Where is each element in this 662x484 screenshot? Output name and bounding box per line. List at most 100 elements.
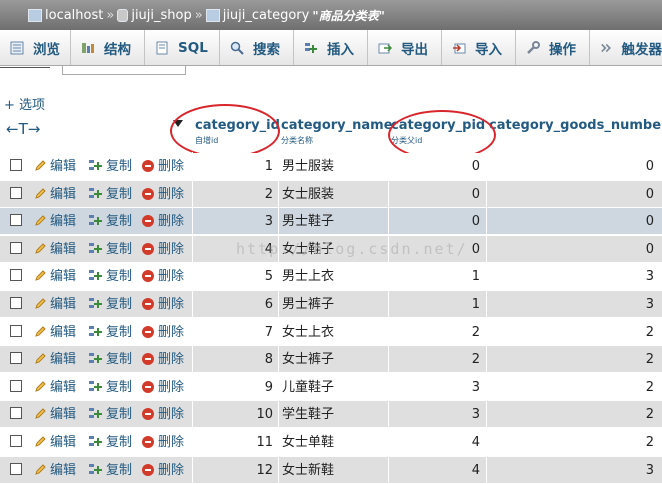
table-row[interactable]: 编辑 复制 删除 1 男士服装 0 0 — [0, 153, 662, 180]
cell-category-pid[interactable]: 1 — [388, 263, 480, 290]
cell-category-goods-number[interactable]: 0 — [486, 181, 654, 208]
cell-category-goods-number[interactable]: 3 — [486, 457, 654, 484]
cell-category-id[interactable]: 5 — [192, 263, 273, 290]
tab-triggers[interactable]: 触发器 — [590, 30, 662, 65]
copy-link[interactable]: 复制 — [88, 208, 132, 235]
cell-category-id[interactable]: 6 — [192, 291, 273, 318]
cell-category-name[interactable]: 男士服装 — [282, 153, 386, 180]
delete-link[interactable]: 删除 — [142, 236, 184, 263]
tab-operations[interactable]: 操作 — [516, 30, 590, 65]
column-arrows-icon[interactable]: ←T→ — [6, 120, 40, 138]
header-category-name[interactable]: category_name 分类名称 — [278, 112, 393, 152]
delete-link[interactable]: 删除 — [142, 208, 184, 235]
copy-link[interactable]: 复制 — [88, 153, 132, 180]
tab-sql[interactable]: SQL — [145, 30, 220, 65]
copy-link[interactable]: 复制 — [88, 236, 132, 263]
cell-category-id[interactable]: 12 — [192, 457, 273, 484]
table-row[interactable]: 编辑 复制 删除 7 女士上衣 2 2 — [0, 318, 662, 346]
edit-link[interactable]: 编辑 — [34, 319, 76, 346]
row-checkbox[interactable] — [10, 435, 22, 447]
cell-category-goods-number[interactable]: 2 — [486, 401, 654, 428]
row-checkbox[interactable] — [10, 462, 22, 475]
row-checkbox[interactable] — [10, 324, 22, 337]
delete-link[interactable]: 删除 — [142, 401, 184, 428]
table-row[interactable]: 编辑 复制 删除 9 儿童鞋子 3 2 — [0, 373, 662, 401]
row-checkbox[interactable] — [10, 214, 22, 227]
cell-category-name[interactable]: 男士鞋子 — [282, 208, 386, 235]
cell-category-id[interactable]: 1 — [192, 153, 273, 180]
delete-link[interactable]: 删除 — [142, 181, 184, 208]
edit-link[interactable]: 编辑 — [34, 236, 76, 263]
column-name[interactable]: category_goods_number — [489, 118, 662, 133]
table-row[interactable]: 编辑 复制 删除 11 女士单鞋 4 2 — [0, 429, 662, 456]
cell-category-name[interactable]: 学生鞋子 — [282, 401, 386, 428]
edit-link[interactable]: 编辑 — [34, 457, 76, 484]
cell-category-pid[interactable]: 3 — [388, 401, 480, 428]
row-checkbox[interactable] — [10, 407, 22, 420]
breadcrumb-table[interactable]: jiuji_category — [223, 8, 310, 23]
cell-category-goods-number[interactable]: 0 — [486, 208, 654, 235]
cell-category-pid[interactable]: 4 — [388, 429, 480, 456]
edit-link[interactable]: 编辑 — [34, 429, 76, 456]
cell-category-name[interactable]: 女士服装 — [282, 181, 386, 208]
table-row[interactable]: 编辑 复制 删除 5 男士上衣 1 3 — [0, 263, 662, 291]
cell-category-pid[interactable]: 0 — [388, 153, 480, 180]
cell-category-id[interactable]: 8 — [192, 346, 273, 373]
cell-category-id[interactable]: 9 — [192, 374, 273, 401]
row-checkbox[interactable] — [10, 241, 22, 254]
tab-search[interactable]: 搜索 — [220, 30, 294, 65]
delete-link[interactable]: 删除 — [142, 457, 184, 484]
row-checkbox[interactable] — [10, 297, 22, 309]
table-row[interactable]: 编辑 复制 删除 8 女士裤子 2 2 — [0, 346, 662, 374]
cell-category-name[interactable]: 女士裤子 — [282, 346, 386, 373]
cell-category-pid[interactable]: 0 — [388, 181, 480, 208]
cell-category-pid[interactable]: 0 — [388, 208, 480, 235]
partial-select[interactable] — [62, 66, 186, 75]
edit-link[interactable]: 编辑 — [34, 291, 76, 318]
header-category-goods-number[interactable]: category_goods_number — [486, 112, 662, 152]
tab-browse[interactable]: 浏览 — [0, 30, 71, 65]
delete-link[interactable]: 删除 — [142, 291, 184, 318]
cell-category-name[interactable]: 女士单鞋 — [282, 429, 386, 456]
tab-structure[interactable]: 结构 — [71, 30, 145, 65]
cell-category-name[interactable]: 儿童鞋子 — [282, 374, 386, 401]
cell-category-id[interactable]: 3 — [192, 208, 273, 235]
tab-export[interactable]: 导出 — [368, 30, 442, 65]
row-checkbox[interactable] — [10, 379, 22, 392]
delete-link[interactable]: 删除 — [142, 263, 184, 290]
cell-category-goods-number[interactable]: 3 — [486, 291, 654, 318]
delete-link[interactable]: 删除 — [142, 153, 184, 180]
cell-category-goods-number[interactable]: 0 — [486, 236, 654, 263]
row-checkbox[interactable] — [10, 352, 22, 365]
copy-link[interactable]: 复制 — [88, 319, 132, 346]
cell-category-goods-number[interactable]: 0 — [486, 153, 654, 180]
breadcrumb-server[interactable]: localhost — [45, 8, 103, 23]
edit-link[interactable]: 编辑 — [34, 346, 76, 373]
copy-link[interactable]: 复制 — [88, 401, 132, 428]
breadcrumb-database[interactable]: jiuji_shop — [131, 8, 191, 23]
edit-link[interactable]: 编辑 — [34, 181, 76, 208]
cell-category-goods-number[interactable]: 2 — [486, 319, 654, 346]
cell-category-goods-number[interactable]: 3 — [486, 263, 654, 290]
cell-category-pid[interactable]: 1 — [388, 291, 480, 318]
copy-link[interactable]: 复制 — [88, 429, 132, 456]
cell-category-goods-number[interactable]: 2 — [486, 374, 654, 401]
cell-category-name[interactable]: 女士新鞋 — [282, 457, 386, 484]
cell-category-pid[interactable]: 2 — [388, 319, 480, 346]
edit-link[interactable]: 编辑 — [34, 208, 76, 235]
table-row[interactable]: 编辑 复制 删除 6 男士裤子 1 3 — [0, 291, 662, 318]
cell-category-name[interactable]: 女士上衣 — [282, 319, 386, 346]
cell-category-name[interactable]: 男士裤子 — [282, 291, 386, 318]
cell-category-pid[interactable]: 2 — [388, 346, 480, 373]
delete-link[interactable]: 删除 — [142, 346, 184, 373]
copy-link[interactable]: 复制 — [88, 457, 132, 484]
cell-category-id[interactable]: 11 — [192, 429, 273, 456]
cell-category-goods-number[interactable]: 2 — [486, 429, 654, 456]
edit-link[interactable]: 编辑 — [34, 153, 76, 180]
edit-link[interactable]: 编辑 — [34, 263, 76, 290]
row-checkbox[interactable] — [10, 186, 22, 199]
row-checkbox[interactable] — [10, 159, 22, 171]
cell-category-id[interactable]: 2 — [192, 181, 273, 208]
delete-link[interactable]: 删除 — [142, 429, 184, 456]
table-row[interactable]: 编辑 复制 删除 12 女士新鞋 4 3 — [0, 456, 662, 484]
